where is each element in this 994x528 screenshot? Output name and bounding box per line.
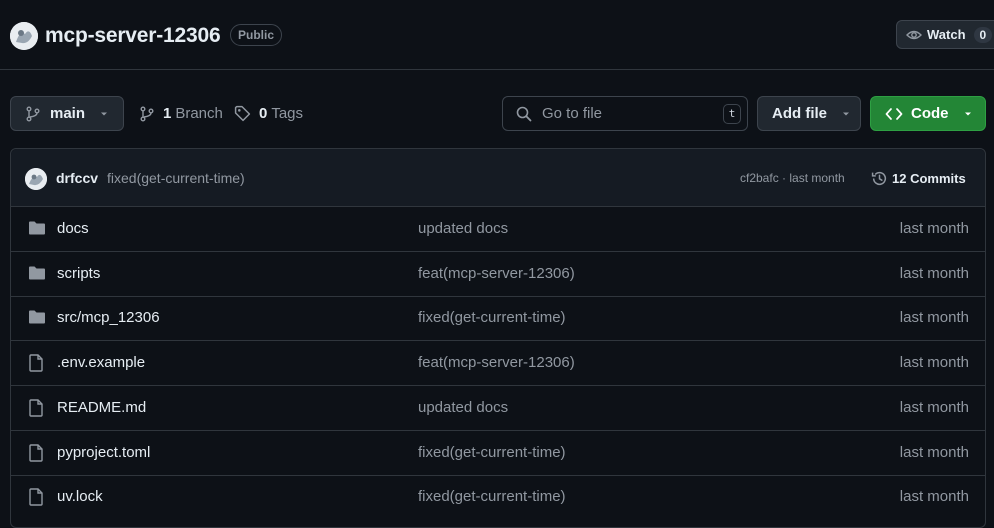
watch-count: 0 [973,26,993,43]
code-button[interactable]: Code [870,96,986,131]
file-row[interactable]: docs updated docs last month [11,207,985,252]
code-icon [885,107,903,120]
tag-label: Tags [271,105,304,122]
folder-icon [28,265,46,286]
file-name-link[interactable]: uv.lock [57,488,103,505]
file-name-link[interactable]: scripts [57,265,100,282]
file-name-link[interactable]: pyproject.toml [57,444,150,461]
file-commit-message-link[interactable]: updated docs [418,399,508,416]
eye-icon [906,30,922,39]
latest-commit-bar: drfccv fixed(get-current-time) cf2bafc ·… [11,149,985,207]
file-row[interactable]: README.md updated docs last month [11,386,985,431]
folder-icon [28,220,46,241]
file-row[interactable]: scripts feat(mcp-server-12306) last month [11,252,985,297]
branch-icon [140,106,154,121]
watch-button[interactable]: Watch 0 [896,20,994,49]
file-commit-message-link[interactable]: updated docs [418,220,508,237]
branch-icon [26,106,40,121]
repo-name-link[interactable]: mcp-server-12306 [45,22,221,50]
file-row[interactable]: src/mcp_12306 fixed(get-current-time) last… [11,296,985,342]
file-name-link[interactable]: src/mcp_12306 [57,309,160,326]
branch-label: Branch [175,105,223,122]
file-commit-date: last month [899,220,969,237]
file-row[interactable]: pyproject.toml fixed(get-current-time) las… [11,431,985,476]
file-name-link[interactable]: README.md [57,399,146,416]
folder-icon [28,309,46,330]
branch-count: 1 [163,105,172,122]
commits-history-link[interactable]: 12 Commits [871,168,966,188]
tag-icon [234,105,251,122]
repo-header: mcp-server-12306 Public Watch 0 [0,0,994,70]
repo-toolbar: main 1 Branch 0 Tags Go to file t Add fi… [0,96,994,131]
file-browser: drfccv fixed(get-current-time) cf2bafc ·… [10,148,986,528]
search-placeholder: Go to file [542,105,603,122]
history-icon [871,171,887,185]
commits-count-label: 12 Commits [892,170,966,186]
caret-down-icon [843,112,849,115]
file-commit-message-link[interactable]: fixed(get-current-time) [418,309,566,326]
visibility-badge: Public [230,24,283,46]
file-commit-message-link[interactable]: fixed(get-current-time) [418,488,566,505]
owner-avatar[interactable] [10,22,38,50]
add-file-label: Add file [772,105,827,122]
file-name-link[interactable]: .env.example [57,354,145,371]
file-row[interactable]: .env.example feat(mcp-server-12306) last m… [11,341,985,387]
tag-count: 0 [259,105,268,122]
commit-message-link[interactable]: fixed(get-current-time) [107,170,245,186]
add-file-button[interactable]: Add file [757,96,861,131]
file-icon [28,488,44,511]
tags-link[interactable]: 0 Tags [234,96,303,131]
branches-link[interactable]: 1 Branch [139,96,223,131]
file-icon [28,443,44,467]
file-commit-date: last month [899,354,969,372]
file-icon [28,399,44,422]
search-icon [516,106,532,121]
file-commit-date: last month [899,398,969,416]
watch-label: Watch [927,27,966,42]
file-commit-date: last month [899,488,969,506]
file-commit-message-link[interactable]: feat(mcp-server-12306) [418,265,575,282]
go-to-file-input[interactable]: Go to file t [502,96,748,131]
shortcut-key: t [723,104,741,124]
file-commit-date: last month [899,264,969,282]
file-icon [28,354,44,377]
branch-name: main [50,105,86,122]
file-commit-message-link[interactable]: feat(mcp-server-12306) [418,354,575,371]
branch-selector[interactable]: main [10,96,124,131]
author-avatar[interactable] [25,168,47,190]
file-row[interactable]: uv.lock fixed(get-current-time) last month [11,475,985,520]
code-label: Code [911,105,949,122]
commit-hash-time[interactable]: cf2bafc · last month [740,171,845,185]
file-commit-message-link[interactable]: fixed(get-current-time) [418,444,566,461]
caret-down-icon [101,112,108,115]
caret-down-icon [964,112,971,115]
file-commit-date: last month [899,309,969,327]
file-commit-date: last month [899,443,969,461]
commit-author-link[interactable]: drfccv [56,170,98,186]
file-name-link[interactable]: docs [57,220,89,237]
